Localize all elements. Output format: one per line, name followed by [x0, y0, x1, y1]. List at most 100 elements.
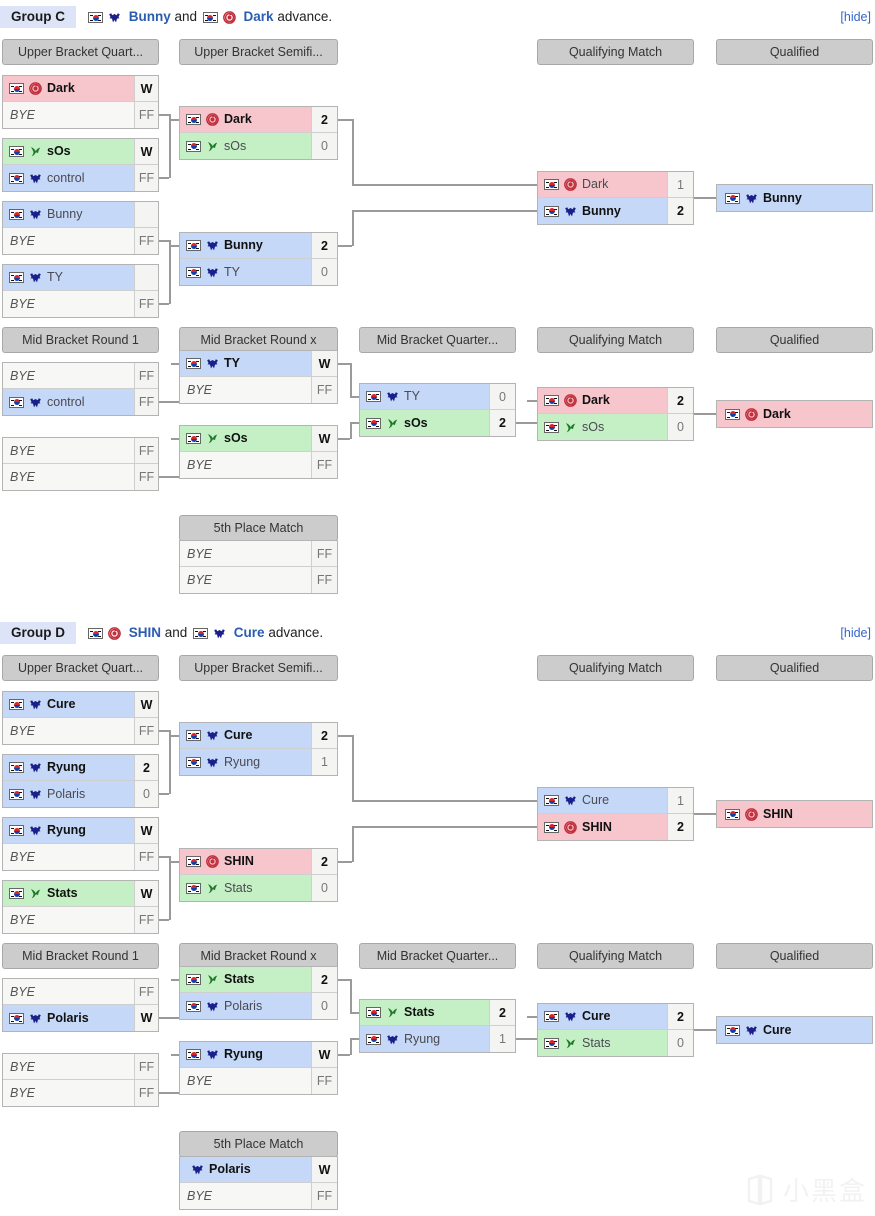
opponent-cell[interactable]: TY: [180, 351, 311, 376]
match-box[interactable]: BYE FF control FF: [2, 362, 159, 416]
opponent-cell[interactable]: SHIN: [538, 814, 667, 840]
opponent-cell[interactable]: BYE: [180, 377, 311, 403]
opponent-cell[interactable]: Cure: [3, 692, 134, 717]
opponent-cell[interactable]: SHIN: [717, 801, 872, 827]
opponent-cell[interactable]: BYE: [3, 907, 134, 933]
round-header-ub-semifinals[interactable]: Upper Bracket Semifi...: [179, 39, 338, 65]
opponent-cell[interactable]: sOs: [538, 414, 667, 440]
opponent-cell[interactable]: Cure: [717, 1017, 872, 1043]
match-box[interactable]: Polaris W BYE FF: [179, 1156, 338, 1210]
opponent-cell[interactable]: BYE: [3, 718, 134, 744]
opponent-cell[interactable]: sOs: [180, 426, 311, 451]
opponent-cell[interactable]: BYE: [3, 102, 134, 128]
opponent-cell[interactable]: Ryung: [3, 818, 134, 843]
opponent-cell[interactable]: BYE: [3, 228, 134, 254]
opponent-cell[interactable]: Bunny: [3, 202, 134, 227]
match-box[interactable]: Ryung W BYE FF: [2, 817, 159, 871]
opponent-cell[interactable]: TY: [180, 259, 311, 285]
round-header-mid-round-1[interactable]: Mid Bracket Round 1: [2, 327, 159, 353]
round-header-fifth-place[interactable]: 5th Place Match: [179, 1131, 338, 1157]
match-box[interactable]: BYE FF BYE FF: [179, 540, 338, 594]
round-header-ub-quarterfinals[interactable]: Upper Bracket Quart...: [2, 655, 159, 681]
opponent-cell[interactable]: Dark: [180, 107, 311, 132]
qualified-box[interactable]: SHIN: [716, 800, 873, 828]
match-box[interactable]: SHIN 2 Stats 0: [179, 848, 338, 902]
opponent-cell[interactable]: BYE: [3, 464, 134, 490]
round-header-mid-quarterfinals[interactable]: Mid Bracket Quarter...: [359, 943, 516, 969]
opponent-cell[interactable]: control: [3, 389, 134, 415]
opponent-cell[interactable]: Ryung: [360, 1026, 489, 1052]
opponent-cell[interactable]: Ryung: [180, 749, 311, 775]
hide-toggle-link[interactable]: [hide]: [840, 620, 871, 646]
round-header-mid-qualifying[interactable]: Qualifying Match: [537, 943, 694, 969]
opponent-cell[interactable]: Cure: [180, 723, 311, 748]
match-box[interactable]: Cure W BYE FF: [2, 691, 159, 745]
match-box[interactable]: Stats 2 Ryung 1: [359, 999, 516, 1053]
opponent-cell[interactable]: BYE: [3, 438, 134, 463]
opponent-cell[interactable]: Stats: [360, 1000, 489, 1025]
opponent-cell[interactable]: Polaris: [180, 1157, 311, 1182]
opponent-cell[interactable]: Stats: [538, 1030, 667, 1056]
match-box[interactable]: Cure 2 Ryung 1: [179, 722, 338, 776]
opponent-cell[interactable]: control: [3, 165, 134, 191]
opponent-cell[interactable]: Bunny: [717, 185, 872, 211]
advance-player-1[interactable]: Bunny: [125, 9, 175, 24]
match-box[interactable]: Dark 2 sOs 0: [537, 387, 694, 441]
round-header-mid-qualified[interactable]: Qualified: [716, 327, 873, 353]
opponent-cell[interactable]: SHIN: [180, 849, 311, 874]
round-header-ub-semifinals[interactable]: Upper Bracket Semifi...: [179, 655, 338, 681]
opponent-cell[interactable]: TY: [360, 384, 489, 409]
match-box[interactable]: Dark W BYE FF: [2, 75, 159, 129]
opponent-cell[interactable]: Stats: [3, 881, 134, 906]
opponent-cell[interactable]: Bunny: [180, 233, 311, 258]
round-header-qualifying[interactable]: Qualifying Match: [537, 655, 694, 681]
opponent-cell[interactable]: Dark: [538, 172, 667, 197]
opponent-cell[interactable]: Dark: [3, 76, 134, 101]
match-box[interactable]: Cure 1 SHIN 2: [537, 787, 694, 841]
match-box[interactable]: BYE FF BYE FF: [2, 1053, 159, 1107]
round-header-qualifying[interactable]: Qualifying Match: [537, 39, 694, 65]
opponent-cell[interactable]: Dark: [538, 388, 667, 413]
match-box[interactable]: BYE FF Polaris W: [2, 978, 159, 1032]
match-box[interactable]: TY W BYE FF: [179, 350, 338, 404]
match-box[interactable]: Cure 2 Stats 0: [537, 1003, 694, 1057]
opponent-cell[interactable]: sOs: [360, 410, 489, 436]
opponent-cell[interactable]: Ryung: [180, 1042, 311, 1067]
match-box[interactable]: Bunny 2 TY 0: [179, 232, 338, 286]
opponent-cell[interactable]: Stats: [180, 875, 311, 901]
round-header-qualified[interactable]: Qualified: [716, 39, 873, 65]
opponent-cell[interactable]: BYE: [3, 844, 134, 870]
match-box[interactable]: sOs W BYE FF: [179, 425, 338, 479]
opponent-cell[interactable]: Cure: [538, 1004, 667, 1029]
round-header-ub-quarterfinals[interactable]: Upper Bracket Quart...: [2, 39, 159, 65]
qualified-box[interactable]: Bunny: [716, 184, 873, 212]
advance-player-1[interactable]: SHIN: [125, 625, 165, 640]
match-box[interactable]: sOs Wcontrol FF: [2, 138, 159, 192]
opponent-cell[interactable]: BYE: [3, 363, 134, 388]
opponent-cell[interactable]: Cure: [538, 788, 667, 813]
opponent-cell[interactable]: BYE: [3, 979, 134, 1004]
round-header-mid-quarterfinals[interactable]: Mid Bracket Quarter...: [359, 327, 516, 353]
opponent-cell[interactable]: sOs: [180, 133, 311, 159]
qualified-box[interactable]: Cure: [716, 1016, 873, 1044]
round-header-qualified[interactable]: Qualified: [716, 655, 873, 681]
match-box[interactable]: Dark 2 sOs 0: [179, 106, 338, 160]
match-box[interactable]: BYE FF BYE FF: [2, 437, 159, 491]
opponent-cell[interactable]: Dark: [717, 401, 872, 427]
advance-player-2[interactable]: Dark: [240, 9, 278, 24]
opponent-cell[interactable]: BYE: [180, 1183, 311, 1209]
opponent-cell[interactable]: Polaris: [180, 993, 311, 1019]
match-box[interactable]: TY 0 sOs 2: [359, 383, 516, 437]
opponent-cell[interactable]: BYE: [3, 1080, 134, 1106]
match-box[interactable]: Stats 2 Polaris 0: [179, 966, 338, 1020]
hide-toggle-link[interactable]: [hide]: [840, 4, 871, 30]
qualified-box[interactable]: Dark: [716, 400, 873, 428]
opponent-cell[interactable]: Bunny: [538, 198, 667, 224]
opponent-cell[interactable]: Ryung: [3, 755, 134, 780]
match-box[interactable]: Ryung 2 Polaris 0: [2, 754, 159, 808]
opponent-cell[interactable]: Polaris: [3, 1005, 134, 1031]
round-header-mid-round-1[interactable]: Mid Bracket Round 1: [2, 943, 159, 969]
match-box[interactable]: Stats W BYE FF: [2, 880, 159, 934]
round-header-fifth-place[interactable]: 5th Place Match: [179, 515, 338, 541]
opponent-cell[interactable]: TY: [3, 265, 134, 290]
